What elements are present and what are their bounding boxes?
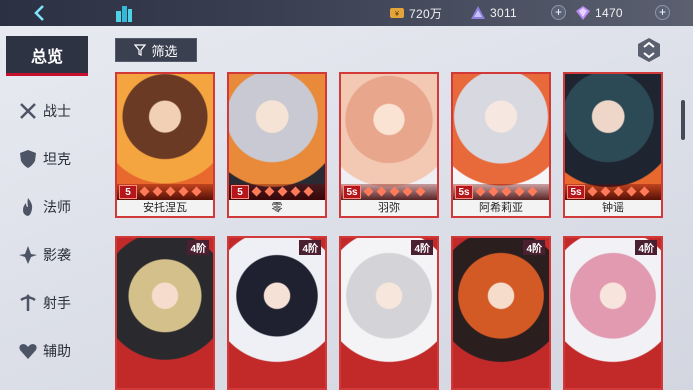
star-dots bbox=[587, 186, 650, 197]
hero-portrait bbox=[341, 238, 437, 388]
hero-card[interactable]: 4阶 bbox=[227, 236, 327, 390]
tab-warrior-label: 战士 bbox=[43, 103, 71, 119]
rank-badge: 5 bbox=[231, 185, 249, 199]
hero-card[interactable]: 4阶 bbox=[563, 236, 663, 390]
hero-name: 零 bbox=[229, 200, 325, 216]
star-row: 5s bbox=[341, 184, 437, 200]
star-dots bbox=[475, 186, 538, 197]
hero-portrait bbox=[565, 238, 661, 388]
add-gem-button[interactable]: + bbox=[655, 5, 670, 20]
star-row: 5s bbox=[453, 184, 549, 200]
hero-card[interactable]: 5s 阿希莉亚 bbox=[451, 72, 551, 218]
back-icon[interactable] bbox=[30, 3, 50, 23]
shield-icon bbox=[20, 150, 36, 168]
sort-toggle-icon[interactable] bbox=[636, 37, 662, 63]
gold-resource: ¥ 720万 bbox=[389, 4, 442, 22]
star-row: 5s bbox=[565, 184, 661, 200]
hero-card[interactable]: 5s 钟谣 bbox=[563, 72, 663, 218]
hero-name: 羽弥 bbox=[341, 200, 437, 216]
tab-marksman-label: 射手 bbox=[43, 295, 71, 311]
star-row: 5 bbox=[117, 184, 213, 200]
hero-card[interactable]: 4阶 bbox=[339, 236, 439, 390]
hero-portrait bbox=[453, 238, 549, 388]
swords-icon bbox=[20, 103, 36, 119]
tab-mage-label: 法师 bbox=[43, 199, 71, 215]
gem-icon bbox=[576, 6, 590, 20]
tab-warrior[interactable]: 战士 bbox=[18, 96, 98, 126]
filter-label: 筛选 bbox=[151, 43, 178, 59]
scrollbar[interactable] bbox=[681, 100, 685, 140]
tab-marksman[interactable]: 射手 bbox=[18, 288, 98, 318]
add-energy-button[interactable]: + bbox=[551, 5, 566, 20]
tier-badge: 4阶 bbox=[187, 240, 209, 255]
tier-badge: 4阶 bbox=[523, 240, 545, 255]
gem-resource: 1470 bbox=[575, 4, 623, 22]
tier-badge: 4阶 bbox=[635, 240, 657, 255]
rank-badge: 5s bbox=[567, 185, 585, 199]
gem-value: 1470 bbox=[595, 6, 623, 20]
tab-assassin-label: 影袭 bbox=[43, 247, 71, 263]
hero-card[interactable]: 5 安托涅瓦 bbox=[115, 72, 215, 218]
hero-name: 阿希莉亚 bbox=[453, 200, 549, 216]
hero-card[interactable]: 5s 羽弥 bbox=[339, 72, 439, 218]
rank-badge: 5 bbox=[119, 185, 137, 199]
city-icon[interactable] bbox=[114, 3, 134, 23]
energy-value: 3011 bbox=[490, 6, 518, 20]
star-dots bbox=[363, 186, 426, 197]
gold-value: 720万 bbox=[409, 6, 443, 21]
funnel-icon bbox=[134, 44, 147, 56]
rank-badge: 5s bbox=[455, 185, 473, 199]
hero-card[interactable]: 4阶 bbox=[115, 236, 215, 390]
arrow-icon bbox=[20, 294, 36, 311]
heart-icon bbox=[19, 344, 37, 359]
tab-tank[interactable]: 坦克 bbox=[18, 144, 98, 174]
tab-overview[interactable]: 总览 bbox=[6, 36, 88, 76]
star-dots bbox=[251, 186, 314, 197]
flame-icon bbox=[23, 198, 33, 216]
rank-badge: 5s bbox=[343, 185, 361, 199]
gold-icon: ¥ bbox=[390, 8, 404, 18]
hero-portrait bbox=[229, 238, 325, 388]
hero-portrait bbox=[117, 238, 213, 388]
filter-button[interactable]: 筛选 bbox=[115, 38, 197, 62]
star-row: 5 bbox=[229, 184, 325, 200]
class-sidebar: 总览 战士 坦克 法师 影袭 射手 辅助 bbox=[0, 26, 100, 390]
tab-support[interactable]: 辅助 bbox=[18, 336, 98, 366]
tab-support-label: 辅助 bbox=[43, 343, 71, 359]
tier-badge: 4阶 bbox=[299, 240, 321, 255]
energy-icon bbox=[471, 6, 485, 19]
tab-mage[interactable]: 法师 bbox=[18, 192, 98, 222]
hero-card[interactable]: 4阶 bbox=[451, 236, 551, 390]
star-dots bbox=[139, 186, 202, 197]
hero-card[interactable]: 5 零 bbox=[227, 72, 327, 218]
svg-text:¥: ¥ bbox=[395, 11, 399, 18]
tab-assassin[interactable]: 影袭 bbox=[18, 240, 98, 270]
shadow-icon bbox=[19, 246, 37, 264]
hero-name: 安托涅瓦 bbox=[117, 200, 213, 216]
hero-name: 钟谣 bbox=[565, 200, 661, 216]
tier-badge: 4阶 bbox=[411, 240, 433, 255]
top-bar: ¥ 720万 3011 + 1470 + bbox=[0, 0, 693, 26]
energy-resource: 3011 bbox=[470, 4, 517, 22]
tab-tank-label: 坦克 bbox=[43, 151, 71, 167]
